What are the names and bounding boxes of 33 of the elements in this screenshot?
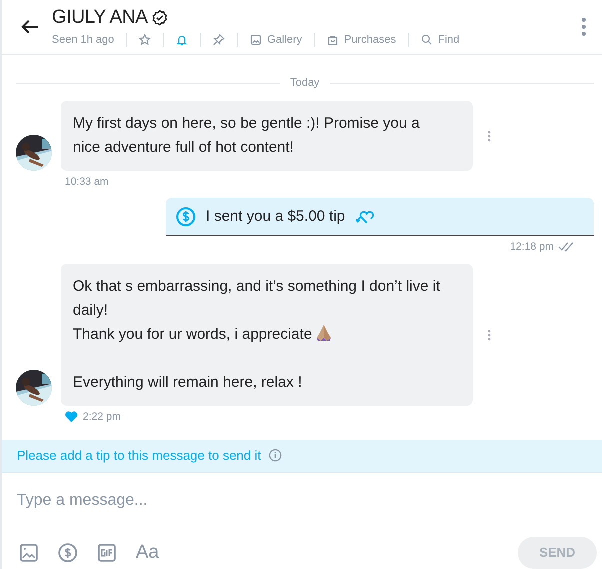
bag-icon [327, 34, 340, 46]
date-divider: Today [290, 77, 320, 90]
search-icon [421, 34, 434, 46]
pin-icon [213, 34, 226, 46]
bag-button[interactable]: Purchases [327, 34, 396, 46]
image-icon[interactable] [19, 542, 39, 563]
dollar-coin-icon[interactable] [58, 542, 78, 563]
message-time: 2:22 pm [83, 411, 121, 424]
user-name: GIULY ANA [52, 7, 148, 30]
notice-text: Please add a tip to this message to send it [17, 448, 262, 464]
message-options-icon[interactable] [488, 130, 491, 142]
last-seen-text: Seen 1h ago [52, 34, 114, 46]
dollar-coin-icon [176, 206, 196, 227]
pin-button[interactable] [213, 34, 226, 46]
more-options-icon[interactable] [582, 18, 586, 36]
image-button[interactable]: Gallery [250, 34, 302, 46]
message-text: Everything will remain here, relax ! [73, 374, 302, 392]
message-text: My first days on here, so be gentle :)! Promise you a nice adventure full of hot content! [73, 115, 420, 156]
message-options-icon[interactable] [488, 330, 491, 341]
search-button[interactable]: Find [421, 34, 460, 46]
message-text: Ok that s embarrassing, and it’s something I don’t live it daily! [73, 278, 440, 320]
message-time: 10:33 am [65, 176, 109, 188]
star-button[interactable] [139, 34, 152, 46]
gif-icon[interactable] [97, 542, 117, 563]
message-text: Thank you for ur words, i appreciate [73, 326, 312, 344]
image-icon [250, 34, 262, 46]
text-format-button[interactable]: Aa [136, 542, 160, 564]
star-icon [139, 34, 152, 46]
tip-text: I sent you a $5.00 tip [206, 208, 346, 226]
bell-icon [176, 34, 188, 46]
info-icon[interactable] [269, 449, 282, 462]
message-time: 12:18 pm [510, 241, 554, 254]
bell-button[interactable] [176, 34, 188, 46]
